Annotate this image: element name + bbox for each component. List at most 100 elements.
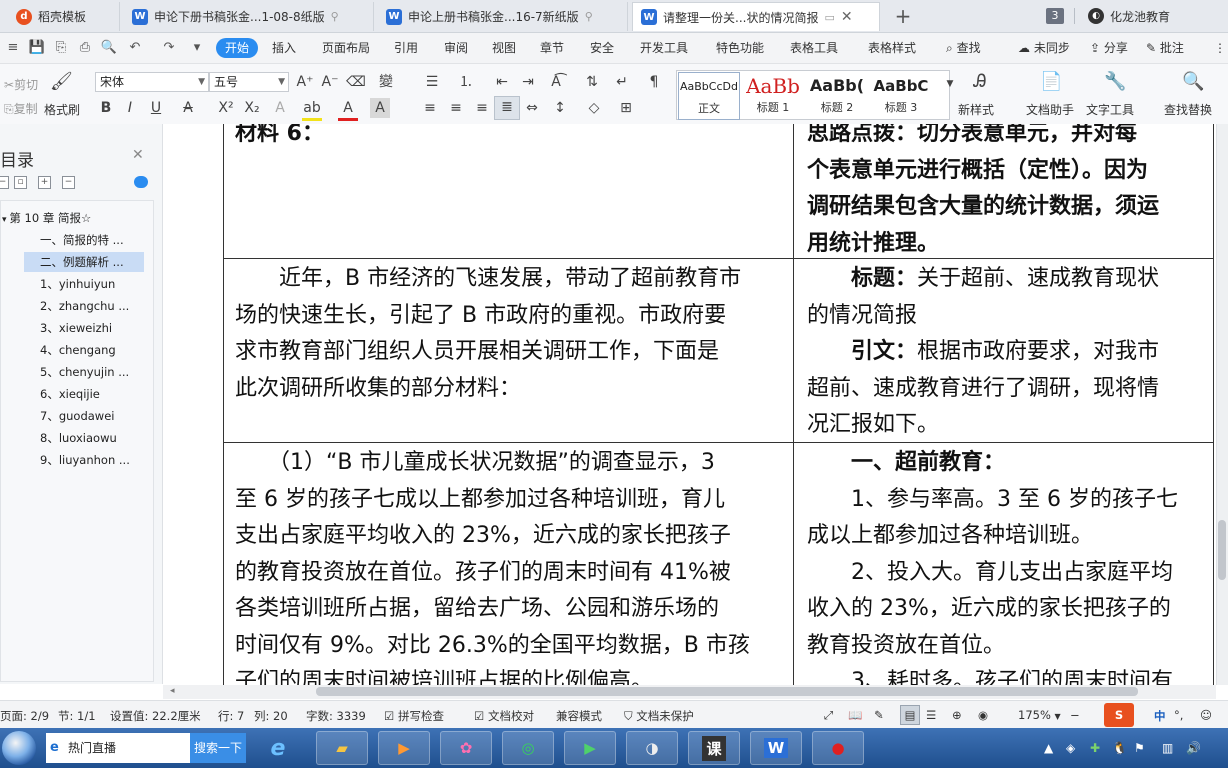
tray-app-icon[interactable]: ✚ [1090, 741, 1100, 755]
format-painter-label[interactable]: 格式刷 [44, 101, 80, 118]
close-icon[interactable]: ✕ [132, 147, 144, 163]
menu-table-style[interactable]: 表格样式 [868, 38, 916, 58]
new-style-label[interactable]: 新样式 [958, 101, 994, 118]
menu-chapter[interactable]: 章节 [540, 38, 564, 58]
tab-doc-3[interactable]: W 申论上册书稿张金...16-7新纸版 ⚲ [378, 2, 628, 31]
more-icon[interactable]: ⋮ [1214, 38, 1226, 58]
menu-developer[interactable]: 开发工具 [640, 38, 688, 58]
play-icon[interactable]: ▶ [564, 731, 616, 765]
proofread-button[interactable]: ☑ 文档校对 [474, 708, 534, 724]
taskbar-search-input[interactable]: 热门直播 [46, 733, 190, 763]
comment-button[interactable]: ✎ 批注 [1146, 38, 1184, 58]
qq-icon[interactable]: 🐧 [1112, 741, 1127, 755]
tab-doc-2[interactable]: W 申论下册书稿张金...1-08-8纸版 ⚲ [124, 2, 374, 31]
toc-item[interactable]: 5、chenyujin ... [40, 362, 129, 382]
media-icon[interactable]: ▶ [378, 731, 430, 765]
page-indicator[interactable]: 页面: 2/9 [0, 708, 49, 724]
vertical-scrollbar[interactable] [1216, 124, 1228, 685]
tray-expand-icon[interactable]: ▲ [1044, 741, 1053, 755]
zoom-level[interactable]: 175% ▼ [1018, 708, 1061, 722]
font-name-select[interactable]: 宋体 ▼ [95, 72, 209, 92]
char-shading-icon[interactable]: A [370, 98, 390, 118]
doc-assistant-label[interactable]: 文档助手 [1026, 101, 1074, 118]
expand-icon[interactable]: + [38, 176, 51, 189]
line-spacing-icon[interactable]: ↕ [550, 98, 570, 118]
superscript-icon[interactable]: X² [216, 98, 236, 118]
toc-item[interactable]: 6、xieqijie [40, 384, 100, 404]
tab-doc-active[interactable]: W 请整理一份关...状的情况简报 ▭ ✕ [632, 2, 880, 31]
increase-indent-icon[interactable]: ⇥ [518, 72, 538, 92]
menu-review[interactable]: 审阅 [444, 38, 468, 58]
new-style-icon[interactable]: Ꭿ [970, 72, 990, 92]
menu-table-tools[interactable]: 表格工具 [790, 38, 838, 58]
menu-security[interactable]: 安全 [590, 38, 614, 58]
network-icon[interactable]: ▥ [1162, 741, 1173, 755]
expand-level-icon[interactable]: ▫ [14, 176, 27, 189]
protect-status[interactable]: ⛉ 文档未保护 [624, 708, 694, 724]
menu-page-layout[interactable]: 页面布局 [322, 38, 370, 58]
shading-icon[interactable]: ◇ [584, 98, 604, 118]
style-heading-1[interactable]: AaBb 标题 1 [742, 72, 804, 120]
clear-format-icon[interactable]: ⌫ [346, 72, 366, 92]
toc-item[interactable]: 4、chengang [40, 340, 116, 360]
print-preview-icon[interactable]: 🔍 [100, 39, 118, 57]
eye-protect-icon[interactable]: ◉ [978, 708, 988, 722]
subscript-icon[interactable]: X₂ [242, 98, 262, 118]
print-icon[interactable]: ⎙ [76, 39, 94, 57]
shrink-font-icon[interactable]: A⁻ [320, 72, 340, 92]
highlight-icon[interactable]: ab [302, 98, 322, 121]
underline-icon[interactable]: U [146, 98, 166, 118]
horizontal-scroll-thumb[interactable] [316, 687, 1138, 696]
font-size-select[interactable]: 五号 ▼ [209, 72, 289, 92]
tray-app-icon[interactable]: ⚑ [1134, 741, 1145, 755]
read-mode-icon[interactable]: 📖 [848, 708, 862, 722]
page-view-icon[interactable]: ▤ [900, 705, 920, 725]
recorder-icon[interactable]: ● [812, 731, 864, 765]
ime-mode[interactable]: 中 [1154, 708, 1166, 724]
word-count[interactable]: 字数: 3339 [306, 708, 366, 724]
toc-item-chapter[interactable]: ▾ 第 10 章 简报☆ [2, 208, 91, 228]
web-view-icon[interactable]: ⊕ [952, 708, 962, 722]
text-tools-label[interactable]: 文字工具 [1086, 101, 1134, 118]
scroll-left-icon[interactable]: ◂ [170, 686, 175, 696]
redo-icon[interactable]: ↷ [160, 39, 178, 57]
find-replace-label[interactable]: 查找替换 [1164, 101, 1212, 118]
document-page[interactable]: 材料 6： 思路点拨：切分表意单元，并对每 个表意单元进行概括（定性）。因为 调… [163, 124, 1216, 685]
sort-icon[interactable]: ⇅ [582, 72, 602, 92]
wrench-icon[interactable]: 🔧 [1104, 72, 1126, 92]
start-button[interactable] [2, 731, 36, 765]
open-icon[interactable]: ⎘ [52, 39, 70, 57]
numbering-icon[interactable]: ⒈ [456, 72, 476, 92]
customize-icon[interactable]: ▾ [188, 39, 206, 57]
justify-icon[interactable]: ≣ [494, 96, 520, 120]
format-painter-icon[interactable]: 🖌 [50, 72, 73, 92]
folder-icon[interactable]: ▰ [316, 731, 368, 765]
strikethrough-icon[interactable]: A [178, 98, 198, 118]
chevron-down-icon[interactable]: ▼ [940, 74, 960, 94]
tab-docer[interactable]: d 稻壳模板 [8, 2, 120, 31]
distribute-icon[interactable]: ⇔ [522, 98, 542, 118]
spellcheck-button[interactable]: ☑ 拼写检查 [384, 708, 444, 724]
undo-icon[interactable]: ↶ [126, 39, 144, 57]
search-menu[interactable]: ⌕ 查找 [946, 38, 981, 58]
style-normal[interactable]: AaBbCcDd 正文 [678, 72, 740, 120]
style-heading-3[interactable]: AaBbC 标题 3 [870, 72, 932, 120]
browser-icon[interactable]: ◎ [502, 731, 554, 765]
chinese-layout-icon[interactable]: A͡ [546, 72, 566, 92]
vertical-scroll-thumb[interactable] [1218, 520, 1226, 580]
sogou-ime-icon[interactable]: S [1104, 703, 1134, 727]
pin-icon[interactable]: ⚲ [585, 10, 593, 23]
menu-home[interactable]: 开始 [216, 38, 259, 58]
paragraph-icon[interactable]: ¶ [644, 72, 664, 92]
font-color-icon[interactable]: A [338, 98, 358, 121]
user-account[interactable]: ◐ 化龙池教育 [1088, 6, 1170, 26]
zoom-out-icon[interactable]: − [1070, 708, 1080, 722]
align-left-icon[interactable]: ≡ [420, 98, 440, 118]
cut-button[interactable]: ✂剪切 [4, 76, 38, 93]
wps-icon[interactable]: W [750, 731, 802, 765]
decrease-indent-icon[interactable]: ⇤ [492, 72, 512, 92]
pinyin-icon[interactable]: 變 [376, 72, 396, 92]
volume-icon[interactable]: 🔊 [1186, 741, 1201, 755]
pin-icon[interactable]: ⚲ [331, 10, 339, 23]
collapse-icon[interactable]: − [62, 176, 75, 189]
